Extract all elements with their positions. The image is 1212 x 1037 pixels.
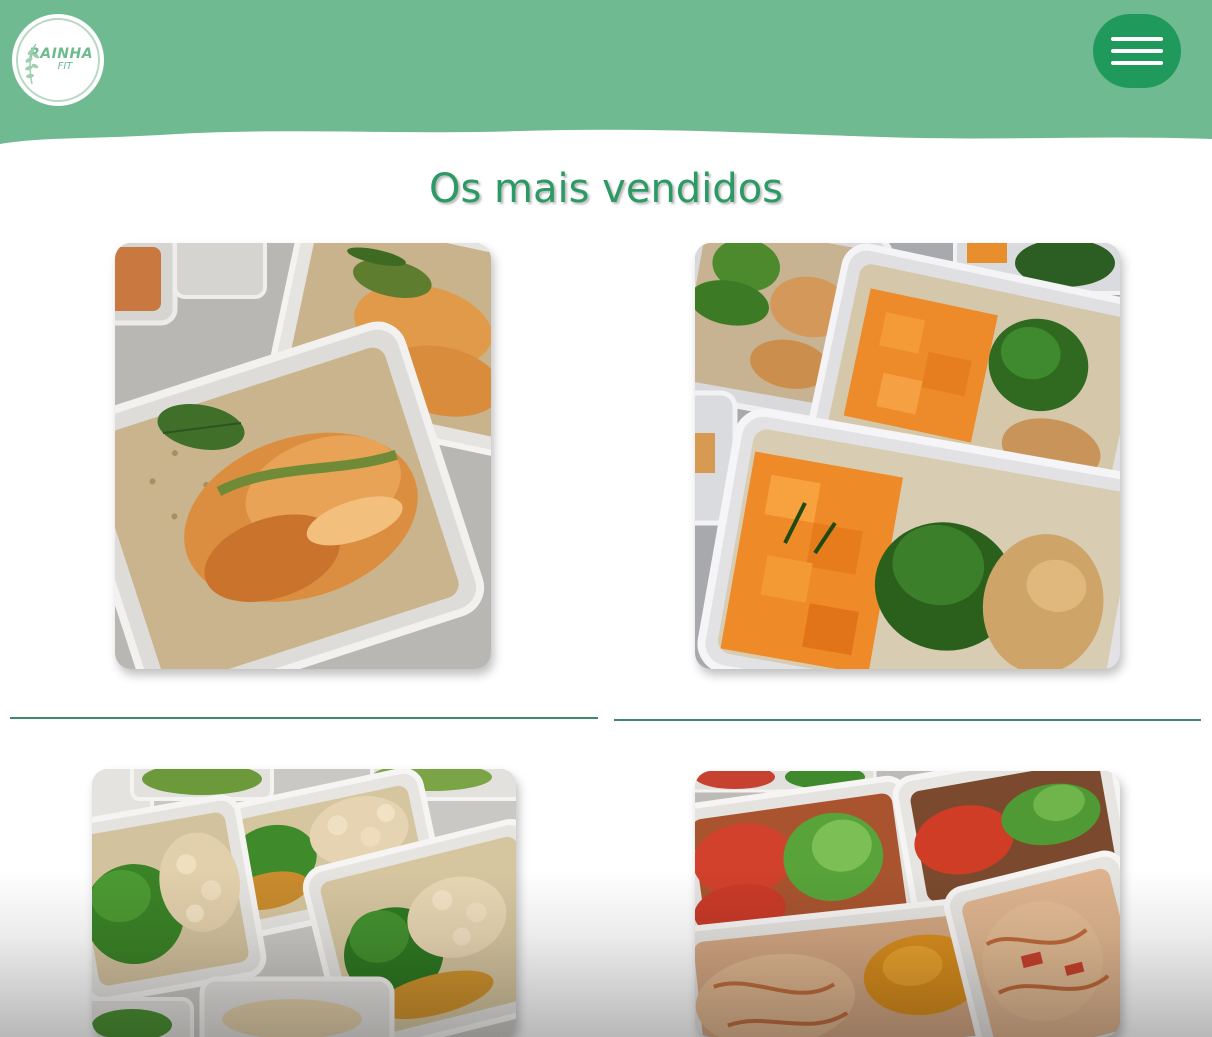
hamburger-icon-bar (1111, 49, 1163, 53)
product-card-4[interactable] (695, 771, 1120, 1037)
leaf-icon (25, 43, 40, 85)
logo-subtitle: FIT (57, 61, 73, 72)
product-image-2 (695, 243, 1120, 669)
menu-button[interactable] (1093, 14, 1181, 88)
product-card-3[interactable] (92, 769, 516, 1037)
logo-badge: RAINHA FIT (16, 18, 100, 102)
product-image-3 (92, 769, 516, 1037)
site-header: RAINHA FIT (0, 0, 1212, 150)
section-title: Os mais vendidos (428, 166, 784, 212)
brand-logo[interactable]: RAINHA FIT (12, 14, 104, 106)
section-divider-right (614, 719, 1201, 721)
product-card-2[interactable] (695, 243, 1120, 669)
product-image-4 (695, 771, 1120, 1037)
product-card-1[interactable] (115, 243, 491, 669)
hamburger-icon-bar (1111, 37, 1163, 41)
header-background (0, 0, 1212, 146)
hamburger-icon-bar (1111, 61, 1163, 65)
product-image-1 (115, 243, 491, 669)
section-divider-left (10, 717, 598, 719)
